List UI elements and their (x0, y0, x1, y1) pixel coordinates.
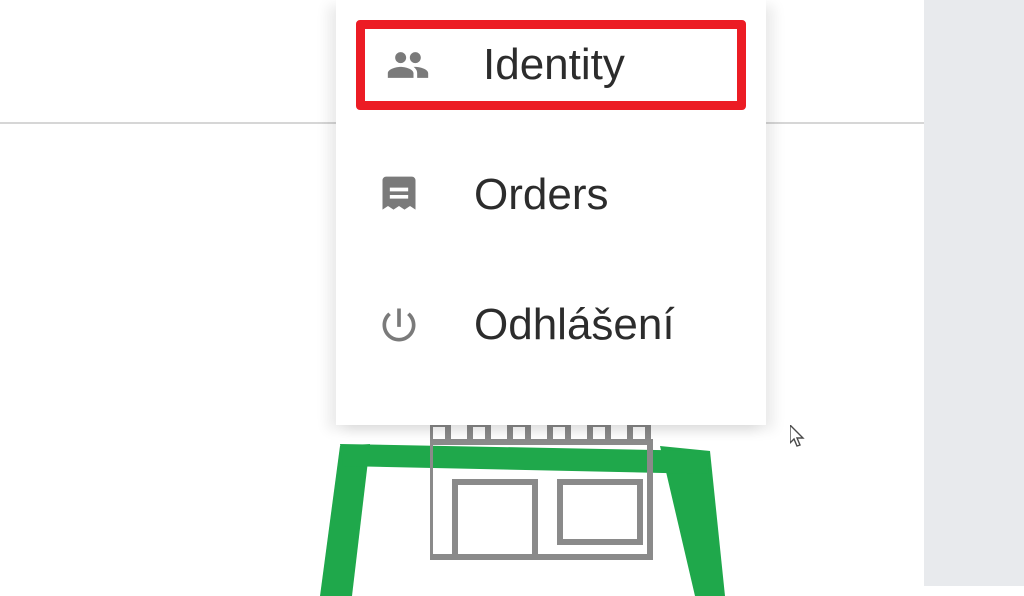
dropdown-menu: Identity Orders Odhlášení (336, 0, 766, 425)
menu-item-label: Identity (483, 40, 625, 90)
menu-item-label: Orders (474, 170, 608, 220)
menu-item-label: Odhlášení (474, 300, 675, 350)
receipt-icon (374, 170, 424, 220)
power-icon (374, 300, 424, 350)
menu-item-orders[interactable]: Orders (356, 150, 746, 240)
menu-item-logout[interactable]: Odhlášení (356, 280, 746, 370)
right-sidebar-area (924, 0, 1024, 586)
mouse-cursor-icon (790, 425, 808, 451)
people-icon (383, 40, 433, 90)
menu-item-identity[interactable]: Identity (356, 20, 746, 110)
background-sketch (310, 416, 750, 586)
